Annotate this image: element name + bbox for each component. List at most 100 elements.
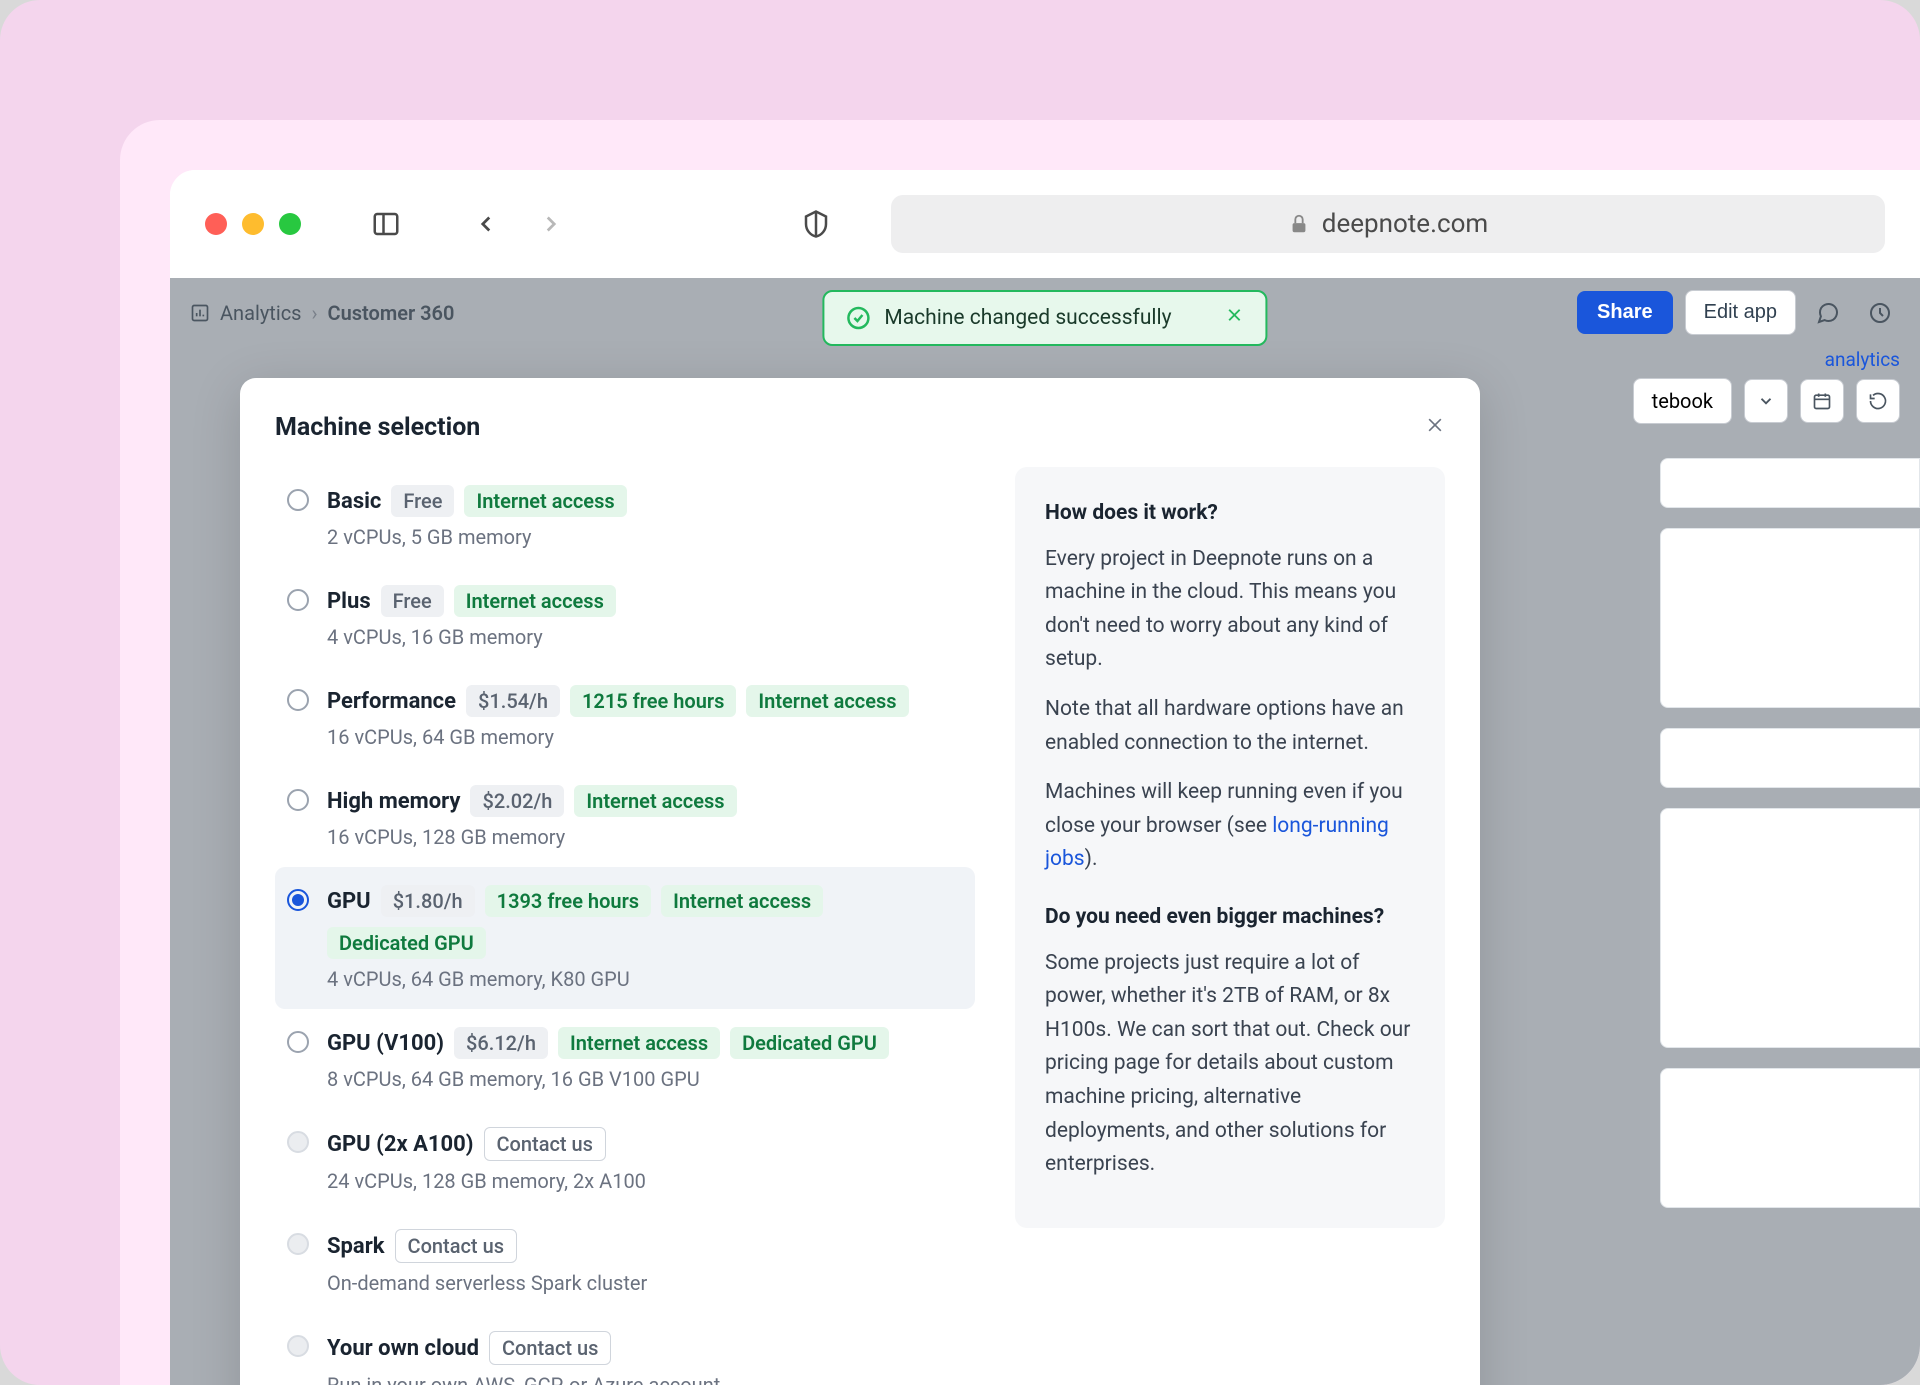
content-block [1660,728,1920,788]
success-toast: Machine changed successfully [822,290,1267,346]
modal-header: Machine selection [240,413,1480,467]
option-title-row: High memory $2.02/h Internet access [327,785,957,817]
badge-internet-access: Internet access [746,685,908,717]
breadcrumb-current[interactable]: Customer 360 [328,301,455,325]
clock-icon[interactable] [1860,293,1900,333]
option-specs: 2 vCPUs, 5 GB memory [327,525,957,549]
option-content: GPU (2x A100) Contact us 24 vCPUs, 128 GB … [327,1127,957,1193]
option-name: GPU (2x A100) [327,1132,474,1157]
badge-dedicated-gpu: Dedicated GPU [327,927,486,959]
analytics-link[interactable]: analytics [1825,348,1900,371]
notebook-dropdown[interactable]: tebook [1633,378,1732,424]
option-name: Your own cloud [327,1336,479,1361]
option-title-row: PlusFreeInternet access [327,585,957,617]
option-content: Your own cloud Contact us Run in your own … [327,1331,957,1385]
option-specs: On-demand serverless Spark cluster [327,1271,957,1295]
option-title-row: Your own cloud Contact us [327,1331,957,1365]
info-para-1: Every project in Deepnote runs on a mach… [1045,543,1415,677]
background-content [1660,458,1920,1228]
address-bar[interactable]: deepnote.com [891,195,1885,253]
badge-contact-us[interactable]: Contact us [489,1331,611,1365]
option-content: GPU$1.80/h1393 free hoursInternet access… [327,885,957,991]
info-para-3: Machines will keep running even if you c… [1045,776,1415,877]
option-specs: 4 vCPUs, 16 GB memory [327,625,957,649]
info-para-4: Some projects just require a lot of powe… [1045,947,1415,1182]
inner-decorative-frame: deepnote.com Analytics › Customer 360 Sh… [120,120,1920,1385]
lock-icon [1288,213,1310,235]
radio-button[interactable] [287,789,309,811]
option-title-row: Performance$1.54/h1215 free hoursInterne… [327,685,957,717]
option-content: Spark Contact us On-demand serverless Spar… [327,1229,957,1295]
machine-options-list: BasicFreeInternet access2 vCPUs, 5 GB me… [275,467,975,1385]
sub-toolbar: analytics tebook [1613,378,1920,424]
badge-contact-us[interactable]: Contact us [395,1229,517,1263]
app-body: Analytics › Customer 360 Share Edit app [170,278,1920,1385]
option-specs: 16 vCPUs, 128 GB memory [327,825,957,849]
breadcrumb-parent[interactable]: Analytics [220,301,302,325]
calendar-icon[interactable] [1800,379,1844,423]
chevron-down-button[interactable] [1744,379,1788,423]
badge-internet-access: Internet access [558,1027,720,1059]
info-heading-1: How does it work? [1045,497,1415,531]
notebook-label: tebook [1652,389,1713,413]
machine-option-gpu-2x-a100-: GPU (2x A100) Contact us 24 vCPUs, 128 GB … [275,1109,975,1211]
option-title-row: GPU (V100)$6.12/hInternet accessDedicate… [327,1027,957,1059]
refresh-icon[interactable] [1856,379,1900,423]
radio-button[interactable] [287,589,309,611]
share-button[interactable]: Share [1577,291,1673,334]
option-name: Performance [327,689,456,714]
machine-option-gpu-v100-[interactable]: GPU (V100)$6.12/hInternet accessDedicate… [275,1009,975,1109]
info-heading-2: Do you need even bigger machines? [1045,901,1415,935]
window-controls [205,213,301,235]
radio-button[interactable] [287,489,309,511]
url-text: deepnote.com [1322,209,1488,239]
radio-button [287,1233,309,1255]
edit-app-button[interactable]: Edit app [1685,290,1796,335]
machine-option-plus[interactable]: PlusFreeInternet access4 vCPUs, 16 GB me… [275,567,975,667]
badge-internet-access: Internet access [454,585,616,617]
window-maximize-button[interactable] [279,213,301,235]
option-name: Spark [327,1234,385,1259]
info-panel: How does it work? Every project in Deepn… [1015,467,1445,1228]
option-content: GPU (V100)$6.12/hInternet accessDedicate… [327,1027,957,1091]
content-block [1660,1068,1920,1208]
radio-button [287,1335,309,1357]
option-specs: 8 vCPUs, 64 GB memory, 16 GB V100 GPU [327,1067,957,1091]
browser-chrome: deepnote.com [170,170,1920,278]
radio-button[interactable] [287,1031,309,1053]
machine-option-performance[interactable]: Performance$1.54/h1215 free hoursInterne… [275,667,975,767]
browser-window: deepnote.com Analytics › Customer 360 Sh… [170,170,1920,1385]
option-specs: 4 vCPUs, 64 GB memory, K80 GPU [327,967,957,991]
badge-contact-us[interactable]: Contact us [484,1127,606,1161]
machine-option-basic[interactable]: BasicFreeInternet access2 vCPUs, 5 GB me… [275,467,975,567]
badge-dedicated-gpu: Dedicated GPU [730,1027,889,1059]
content-block [1660,458,1920,508]
badge--1-54-h: $1.54/h [466,685,560,717]
option-specs: 24 vCPUs, 128 GB memory, 2x A100 [327,1169,957,1193]
modal-close-button[interactable] [1425,415,1445,440]
toast-close-button[interactable] [1226,306,1244,330]
option-content: BasicFreeInternet access2 vCPUs, 5 GB me… [327,485,957,549]
machine-option-gpu[interactable]: GPU$1.80/h1393 free hoursInternet access… [275,867,975,1009]
option-name: GPU [327,889,371,914]
nav-forward-icon [531,204,571,244]
comment-icon[interactable] [1808,293,1848,333]
option-specs: Run in your own AWS, GCP, or Azure accou… [327,1373,957,1385]
option-name: High memory [327,789,460,814]
window-minimize-button[interactable] [242,213,264,235]
sidebar-toggle-icon[interactable] [366,204,406,244]
badge--2-02-h: $2.02/h [470,785,564,817]
option-content: PlusFreeInternet access4 vCPUs, 16 GB me… [327,585,957,649]
modal-body: BasicFreeInternet access2 vCPUs, 5 GB me… [240,467,1480,1385]
machine-selection-modal: Machine selection BasicFreeInternet acce… [240,378,1480,1385]
window-close-button[interactable] [205,213,227,235]
badge-free: Free [381,585,444,617]
radio-button[interactable] [287,889,309,911]
radio-button[interactable] [287,689,309,711]
badge-internet-access: Internet access [574,785,736,817]
option-content: Performance$1.54/h1215 free hoursInterne… [327,685,957,749]
machine-option-high-memory[interactable]: High memory $2.02/h Internet access 16 vCPU… [275,767,975,867]
shield-icon[interactable] [796,204,836,244]
nav-back-icon[interactable] [466,204,506,244]
badge-1393-free-hours: 1393 free hours [485,885,651,917]
